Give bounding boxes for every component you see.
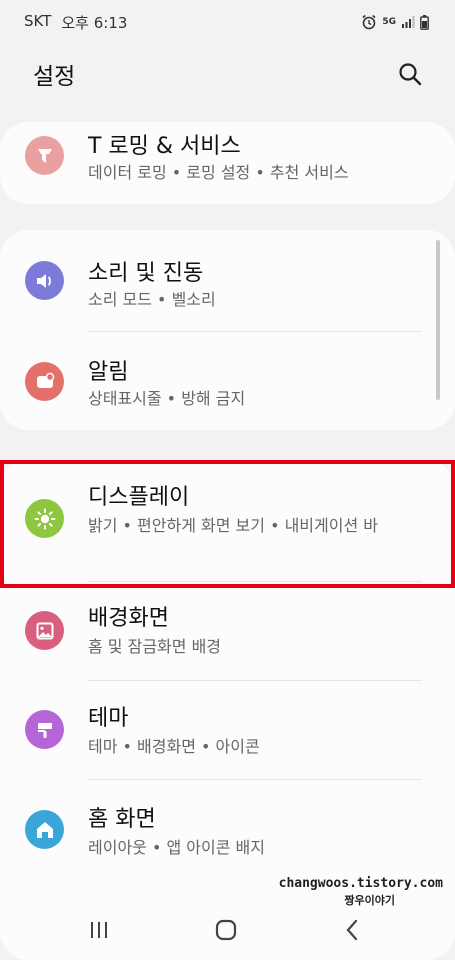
battery-icon [420,14,429,30]
carrier-label: SKT [24,11,52,30]
setting-subtitle: 레이아웃 • 앱 아이콘 배지 [88,838,265,857]
network-icon: 5G [382,16,396,27]
status-bar: SKT 오후 6:13 5G [0,0,455,44]
search-icon [399,63,422,86]
clock: 오후 6:13 [61,13,128,32]
paint-brush-icon [25,710,64,749]
troaming-icon [25,136,64,175]
recents-button[interactable] [86,917,112,943]
search-button[interactable] [395,59,425,89]
back-button[interactable] [339,917,365,943]
setting-item-wallpaper[interactable]: 배경화면 홈 및 잠금화면 배경 [0,582,455,680]
home-button[interactable] [213,917,239,943]
navigation-bar [0,900,455,960]
setting-subtitle: 소리 모드 • 벨소리 [88,290,216,309]
image-icon [25,611,64,650]
recents-icon [91,922,107,938]
setting-subtitle: 상태표시줄 • 방해 금지 [88,389,246,408]
setting-item-themes[interactable]: 테마 테마 • 배경화면 • 아이콘 [0,681,455,779]
highlight-box [0,460,455,588]
header: 설정 [0,44,455,104]
setting-item-notifications[interactable]: 알림 상태표시줄 • 방해 금지 [0,332,455,430]
speaker-icon [25,261,64,300]
home-button-icon [215,919,236,941]
setting-title: 배경화면 [88,606,169,631]
notification-icon [25,362,64,401]
setting-title: T 로밍 & 서비스 [88,134,241,159]
home-icon [25,810,64,849]
setting-title: 홈 화면 [88,807,156,832]
page-title: 설정 [33,64,76,90]
settings-card-sound: 소리 및 진동 소리 모드 • 벨소리 알림 상태표시줄 • 방해 금지 [0,230,455,430]
settings-card-troaming: T 로밍 & 서비스 데이터 로밍 • 로밍 설정 • 추천 서비스 [0,122,455,204]
signal-icon [401,16,415,28]
setting-item-troaming[interactable]: T 로밍 & 서비스 데이터 로밍 • 로밍 설정 • 추천 서비스 [0,122,455,204]
scrollbar-thumb[interactable] [436,240,440,400]
setting-title: 알림 [88,360,129,385]
setting-subtitle: 테마 • 배경화면 • 아이콘 [88,737,260,756]
alarm-icon [361,14,377,30]
back-icon [346,919,358,941]
setting-subtitle: 홈 및 잠금화면 배경 [88,637,222,656]
watermark-url: changwoos.tistory.com [278,876,443,891]
setting-title: 소리 및 진동 [88,261,204,286]
setting-title: 테마 [88,706,129,731]
setting-item-home-screen[interactable]: 홈 화면 레이아웃 • 앱 아이콘 배지 [0,780,455,880]
setting-item-sound[interactable]: 소리 및 진동 소리 모드 • 벨소리 [0,230,455,330]
setting-subtitle: 데이터 로밍 • 로밍 설정 • 추천 서비스 [88,163,349,182]
